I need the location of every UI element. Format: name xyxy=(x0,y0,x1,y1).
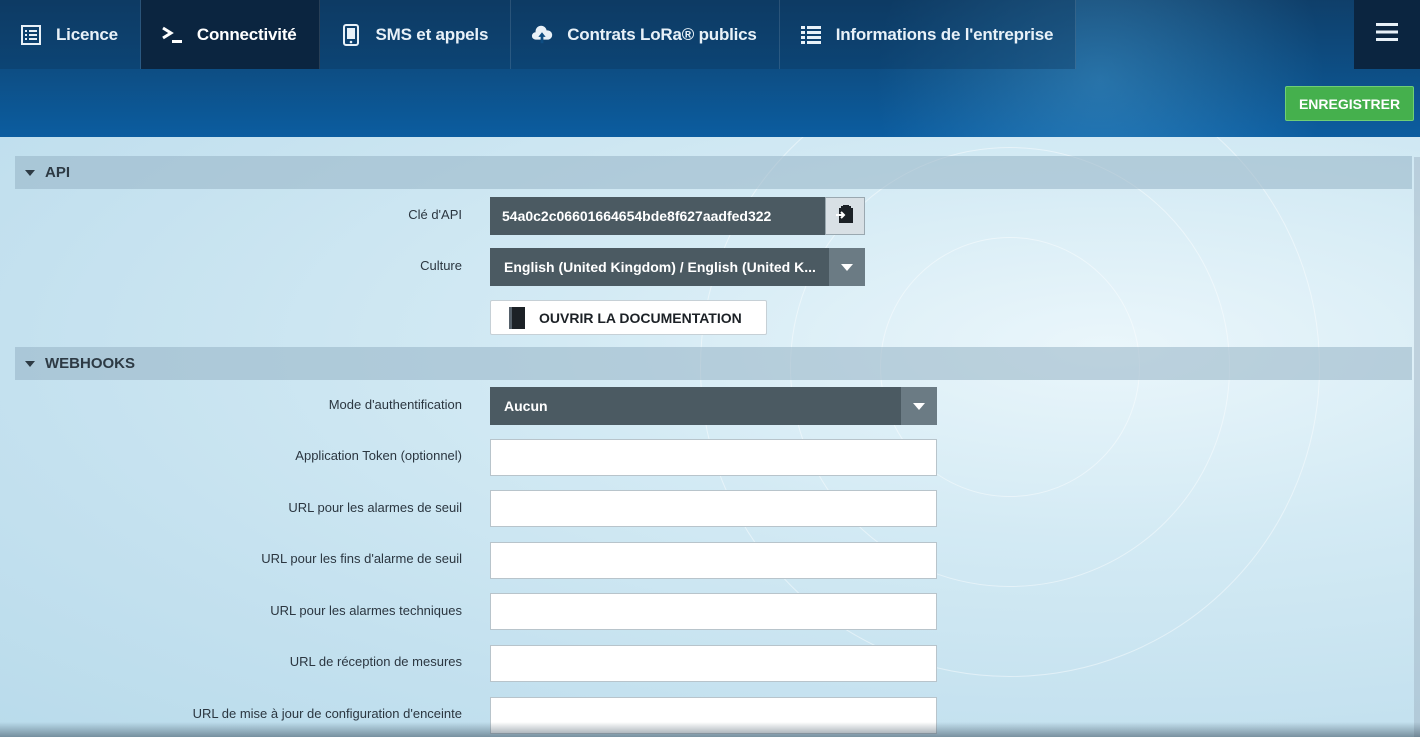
copy-api-key-button[interactable] xyxy=(825,197,865,235)
terminal-prompt-icon xyxy=(161,24,183,46)
application-token-label: Application Token (optionnel) xyxy=(295,448,462,463)
bottom-fade xyxy=(0,722,1420,737)
enclosure-config-url-label: URL de mise à jour de configuration d'en… xyxy=(192,706,462,721)
auth-mode-label: Mode d'authentification xyxy=(328,397,462,412)
culture-label: Culture xyxy=(420,258,462,273)
tab-licence[interactable]: Licence xyxy=(0,0,141,69)
auth-mode-dropdown-arrow[interactable] xyxy=(901,387,937,425)
api-key-value: 54a0c2c06601664654bde8f627aadfed322 xyxy=(502,208,772,224)
threshold-alarm-end-url-input[interactable] xyxy=(490,542,937,579)
caret-down-icon xyxy=(25,169,35,176)
threshold-alarm-url-label: URL pour les alarmes de seuil xyxy=(288,500,462,515)
measurement-url-label: URL de réception de mesures xyxy=(289,654,462,669)
menu-button[interactable] xyxy=(1354,0,1420,69)
section-header-api[interactable]: API xyxy=(15,156,1412,189)
book-icon xyxy=(507,306,527,330)
section-title-api: API xyxy=(45,164,71,181)
main-tabs: Licence Connectivité SMS et appels Contr… xyxy=(0,0,1077,69)
scrollbar[interactable] xyxy=(1414,157,1420,737)
auth-mode-selected-value: Aucun xyxy=(504,398,548,414)
caret-down-icon xyxy=(25,360,35,367)
tab-licence-label: Licence xyxy=(56,24,118,44)
tab-contrats-lora[interactable]: Contrats LoRa® publics xyxy=(511,0,780,69)
threshold-alarm-end-url-label: URL pour les fins d'alarme de seuil xyxy=(261,551,462,566)
measurement-url-input[interactable] xyxy=(490,645,937,682)
section-title-webhooks: WEBHOOKS xyxy=(45,355,135,372)
chevron-down-icon xyxy=(841,263,853,271)
clipboard-paste-icon xyxy=(835,204,855,229)
technical-alarm-url-input[interactable] xyxy=(490,593,937,630)
tab-connectivite-label: Connectivité xyxy=(196,24,297,44)
auth-mode-select[interactable]: Aucun xyxy=(490,387,937,425)
technical-alarm-url-label: URL pour les alarmes techniques xyxy=(270,603,462,618)
culture-select[interactable]: English (United Kingdom) / English (Unit… xyxy=(490,248,865,286)
chevron-down-icon xyxy=(913,402,925,410)
culture-dropdown-arrow[interactable] xyxy=(829,248,865,286)
app-header: Licence Connectivité SMS et appels Contr… xyxy=(0,0,1420,137)
open-documentation-button[interactable]: OUVRIR LA DOCUMENTATION xyxy=(490,300,767,335)
tab-sms-appels-label: SMS et appels xyxy=(375,24,489,44)
culture-selected-value: English (United Kingdom) / English (Unit… xyxy=(504,259,816,275)
tab-informations-entreprise-label: Informations de l'entreprise xyxy=(835,24,1054,44)
open-documentation-label: OUVRIR LA DOCUMENTATION xyxy=(539,309,742,326)
cloud-upload-icon xyxy=(531,24,553,46)
tab-informations-entreprise[interactable]: Informations de l'entreprise xyxy=(779,0,1077,69)
application-token-input[interactable] xyxy=(490,439,937,476)
threshold-alarm-url-input[interactable] xyxy=(490,490,937,527)
hamburger-menu-icon xyxy=(1376,23,1398,46)
tab-connectivite[interactable]: Connectivité xyxy=(140,0,320,69)
tab-contrats-lora-label: Contrats LoRa® publics xyxy=(567,24,757,44)
api-key-field[interactable]: 54a0c2c06601664654bde8f627aadfed322 xyxy=(490,197,826,235)
list-icon xyxy=(800,24,822,46)
section-header-webhooks[interactable]: WEBHOOKS xyxy=(15,347,1412,380)
save-button[interactable]: ENREGISTRER xyxy=(1285,86,1414,121)
mobile-phone-icon xyxy=(340,23,362,46)
list-document-icon xyxy=(20,24,42,46)
api-key-label: Clé d'API xyxy=(408,207,462,222)
tab-sms-appels[interactable]: SMS et appels xyxy=(319,0,512,69)
